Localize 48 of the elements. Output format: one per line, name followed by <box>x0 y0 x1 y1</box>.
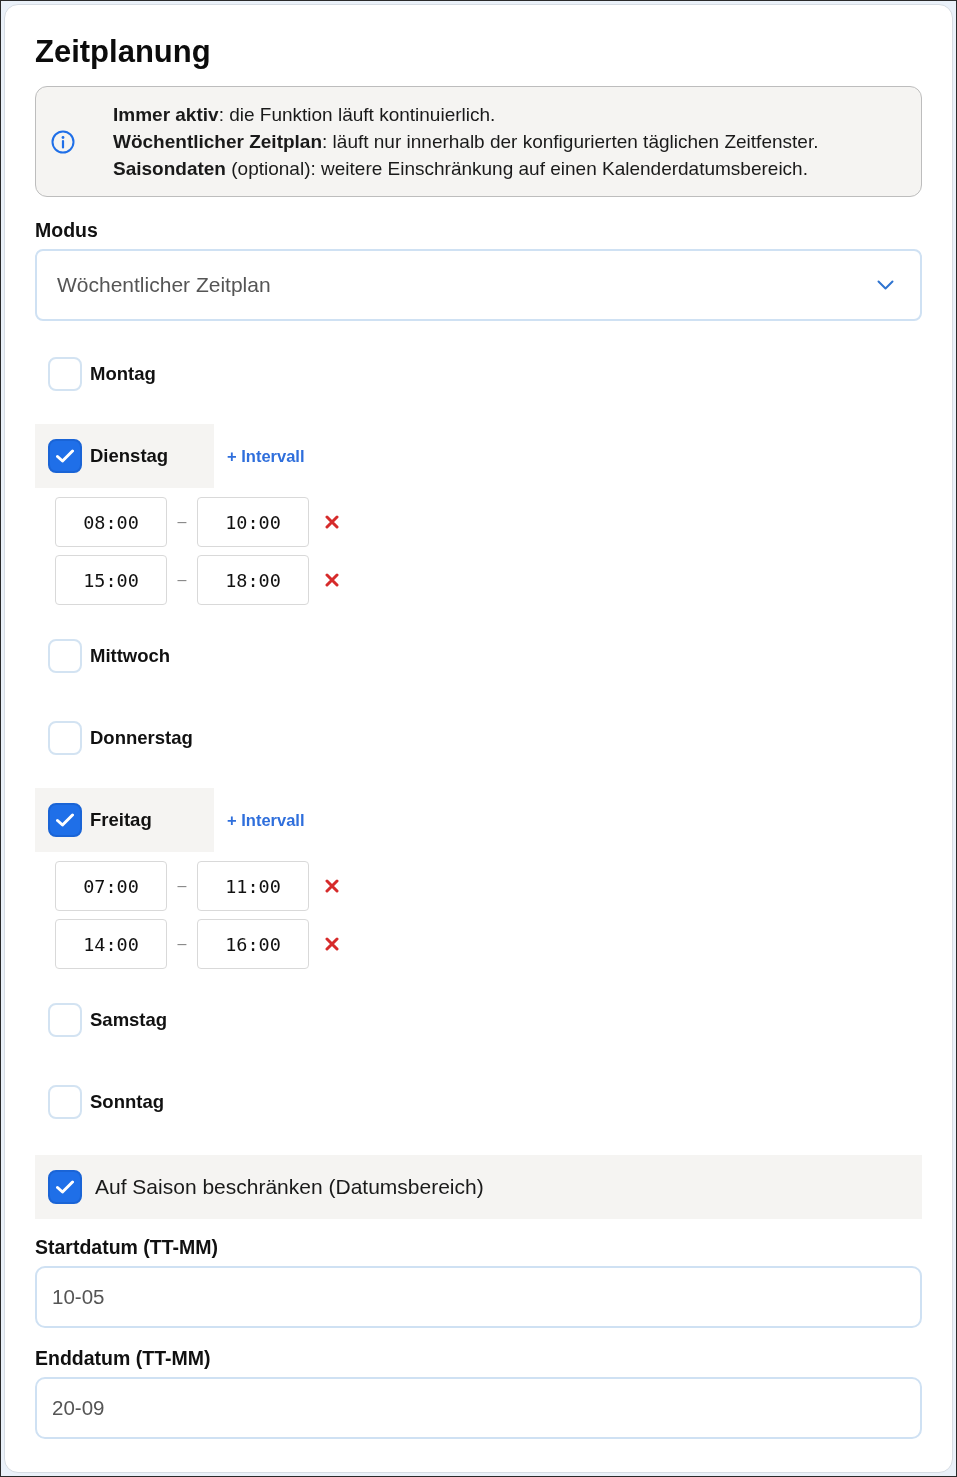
day-label: Sonntag <box>90 1091 164 1113</box>
remove-interval-button[interactable] <box>325 937 339 951</box>
day-label: Mittwoch <box>90 645 171 667</box>
end-time-field[interactable]: 11:00 <box>197 861 309 911</box>
checkbox[interactable] <box>48 803 82 837</box>
add-interval-link[interactable]: + Intervall <box>227 808 305 832</box>
add-interval-link[interactable]: + Intervall <box>227 444 305 468</box>
start-time-field[interactable]: 08:00 <box>55 497 167 547</box>
chevron-down-icon <box>877 280 894 290</box>
day-label: Samstag <box>90 1009 168 1031</box>
remove-interval-button[interactable] <box>325 515 339 529</box>
checkmark-icon <box>56 813 74 827</box>
range-separator: – <box>176 571 188 589</box>
field-label: Startdatum (TT-MM) <box>35 1235 220 1259</box>
day-label: Freitag <box>90 809 152 831</box>
remove-interval-button[interactable] <box>325 879 339 893</box>
end-time-field[interactable]: 16:00 <box>197 919 309 969</box>
start-time-field[interactable]: 07:00 <box>55 861 167 911</box>
end-time-field[interactable]: 10:00 <box>197 497 309 547</box>
mode-select[interactable]: Wöchentlicher Zeitplan <box>35 249 922 321</box>
checkbox[interactable] <box>48 439 82 473</box>
info-text: Immer aktiv: die Funktion läuft kontinuierlich. <box>113 103 497 127</box>
range-separator: – <box>176 877 188 895</box>
range-separator: – <box>176 513 188 531</box>
checkmark-icon <box>56 449 74 463</box>
info-icon <box>51 129 75 154</box>
cross-icon <box>325 937 339 951</box>
end-time-field[interactable]: 18:00 <box>197 555 309 605</box>
field-label: Modus <box>35 218 99 242</box>
season-label: Auf Saison beschränken (Datumsbereich) <box>95 1175 484 1199</box>
end-date-field[interactable]: 20-09 <box>35 1377 922 1439</box>
day-label: Dienstag <box>90 445 169 467</box>
cross-icon <box>325 573 339 587</box>
checkmark-icon <box>56 1180 74 1194</box>
page-title: Zeitplanung <box>35 34 212 70</box>
info-text: Saisondaten (optional): weitere Einschränkung auf einen Kalenderdatumsbereich. <box>113 157 809 181</box>
start-time-field[interactable]: 15:00 <box>55 555 167 605</box>
start-date-field[interactable]: 10-05 <box>35 1266 922 1328</box>
start-time-field[interactable]: 14:00 <box>55 919 167 969</box>
field-label: Enddatum (TT-MM) <box>35 1346 212 1370</box>
cross-icon <box>325 879 339 893</box>
day-label: Montag <box>90 363 156 385</box>
checkbox[interactable] <box>48 1170 82 1204</box>
day-label: Donnerstag <box>90 727 193 749</box>
range-separator: – <box>176 935 188 953</box>
cross-icon <box>325 515 339 529</box>
remove-interval-button[interactable] <box>325 573 339 587</box>
info-text: Wöchentlicher Zeitplan: läuft nur innerhalb der konfigurierten täglichen Zeitfenster. <box>113 130 819 154</box>
